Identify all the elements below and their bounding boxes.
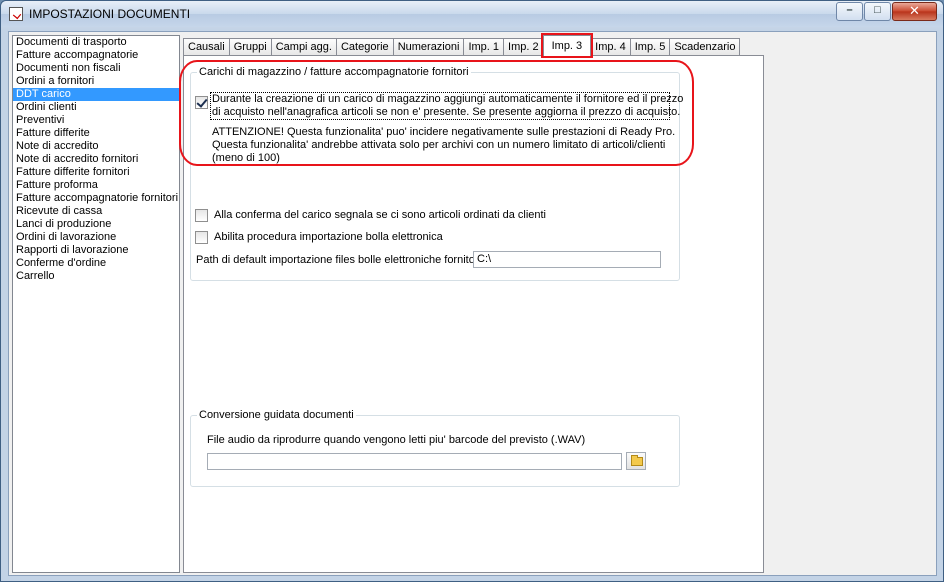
tab-imp-1[interactable]: Imp. 1 bbox=[463, 38, 505, 56]
tab-strip: Causali Gruppi Campi agg. Categorie Numerazi… bbox=[183, 33, 741, 58]
tab-causali[interactable]: Causali bbox=[183, 38, 230, 56]
doc-list-item[interactable]: Rapporti di lavorazione bbox=[13, 244, 179, 257]
path-input[interactable]: C:\ bbox=[473, 251, 661, 268]
conversione-group: Conversione guidata documenti bbox=[190, 409, 680, 487]
folder-icon bbox=[631, 455, 643, 466]
path-label: Path di default importazione files bolle… bbox=[196, 254, 481, 266]
signal-ordered-checkbox[interactable] bbox=[195, 209, 208, 222]
tab-page-imp3: Carichi di magazzino / fatture accompagn… bbox=[183, 55, 764, 573]
doc-list-item[interactable]: Fatture differite bbox=[13, 127, 179, 140]
minimize-button[interactable]: – bbox=[836, 2, 863, 21]
browse-audio-button[interactable] bbox=[626, 452, 646, 470]
auto-supplier-line-1: Durante la creazione di un carico di mag… bbox=[212, 93, 684, 105]
warning-line-1: ATTENZIONE! Questa funzionalita' puo' in… bbox=[212, 126, 676, 138]
tab-numerazioni[interactable]: Numerazioni bbox=[392, 38, 465, 56]
close-icon: ✕ bbox=[909, 3, 920, 18]
doc-list-item[interactable]: Ordini a fornitori bbox=[13, 75, 179, 88]
maximize-button[interactable]: □ bbox=[864, 2, 891, 21]
doc-list-item[interactable]: Carrello bbox=[13, 270, 179, 283]
doc-list-item[interactable]: Note di accredito fornitori bbox=[13, 153, 179, 166]
carichi-group-title: Carichi di magazzino / fatture accompagn… bbox=[199, 66, 469, 78]
tab-imp-5[interactable]: Imp. 5 bbox=[629, 38, 671, 56]
window-title: IMPOSTAZIONI DOCUMENTI bbox=[29, 7, 191, 21]
doc-list-item[interactable]: Ordini di lavorazione bbox=[13, 231, 179, 244]
doc-list-item[interactable]: Fatture accompagnatorie fornitori bbox=[13, 192, 179, 205]
doc-list-item[interactable]: Documenti non fiscali bbox=[13, 62, 179, 75]
client-area: Documenti di trasporto Fatture accompagna… bbox=[8, 31, 937, 576]
document-type-list[interactable]: Documenti di trasporto Fatture accompagna… bbox=[12, 35, 180, 573]
title-bar[interactable]: IMPOSTAZIONI DOCUMENTI – □ ✕ bbox=[1, 1, 943, 27]
app-icon bbox=[9, 7, 23, 21]
doc-list-item[interactable]: Documenti di trasporto bbox=[13, 36, 179, 49]
tab-imp-4[interactable]: Imp. 4 bbox=[590, 38, 631, 56]
tab-imp-2[interactable]: Imp. 2 bbox=[503, 38, 544, 56]
maximize-icon: □ bbox=[874, 4, 881, 16]
warning-line-3: (meno di 100) bbox=[212, 152, 280, 164]
doc-list-item[interactable]: Fatture differite fornitori bbox=[13, 166, 179, 179]
doc-list-item[interactable]: Ordini clienti bbox=[13, 101, 179, 114]
tab-imp-3[interactable]: Imp. 3 bbox=[540, 33, 594, 58]
doc-list-item[interactable]: Fatture proforma bbox=[13, 179, 179, 192]
close-button[interactable]: ✕ bbox=[892, 2, 937, 21]
tab-gruppi[interactable]: Gruppi bbox=[228, 38, 272, 56]
conversione-group-title: Conversione guidata documenti bbox=[199, 409, 354, 421]
warning-text: ATTENZIONE! Questa funzionalita' puo' in… bbox=[212, 126, 675, 165]
tab-campi-agg[interactable]: Campi agg. bbox=[270, 38, 337, 56]
doc-list-item[interactable]: Note di accredito bbox=[13, 140, 179, 153]
warning-line-2: Questa funzionalita' andrebbe attivata s… bbox=[212, 139, 666, 151]
import-bolla-label[interactable]: Abilita procedura importazione bolla ele… bbox=[214, 231, 443, 243]
audio-file-label: File audio da riprodurre quando vengono … bbox=[207, 434, 586, 446]
doc-list-item[interactable]: Fatture accompagnatorie bbox=[13, 49, 179, 62]
import-bolla-checkbox[interactable] bbox=[195, 231, 208, 244]
doc-list-item[interactable]: Conferme d'ordine bbox=[13, 257, 179, 270]
tab-scadenzario[interactable]: Scadenzario bbox=[669, 38, 741, 56]
doc-list-item[interactable]: DDT carico bbox=[13, 88, 179, 101]
audio-file-input[interactable] bbox=[207, 453, 622, 470]
auto-supplier-label[interactable]: Durante la creazione di un carico di mag… bbox=[212, 93, 683, 119]
tab-categorie[interactable]: Categorie bbox=[335, 38, 394, 56]
doc-list-item[interactable]: Preventivi bbox=[13, 114, 179, 127]
settings-window: IMPOSTAZIONI DOCUMENTI – □ ✕ Documenti d… bbox=[0, 0, 944, 582]
doc-list-item[interactable]: Ricevute di cassa bbox=[13, 205, 179, 218]
auto-supplier-checkbox[interactable] bbox=[195, 96, 208, 109]
window-controls: – □ ✕ bbox=[835, 2, 937, 21]
signal-ordered-label[interactable]: Alla conferma del carico segnala se ci s… bbox=[214, 209, 546, 221]
auto-supplier-line-2: di acquisto nell'anagrafica articoli se … bbox=[212, 106, 681, 118]
doc-list-item[interactable]: Lanci di produzione bbox=[13, 218, 179, 231]
minimize-icon: – bbox=[846, 4, 853, 16]
